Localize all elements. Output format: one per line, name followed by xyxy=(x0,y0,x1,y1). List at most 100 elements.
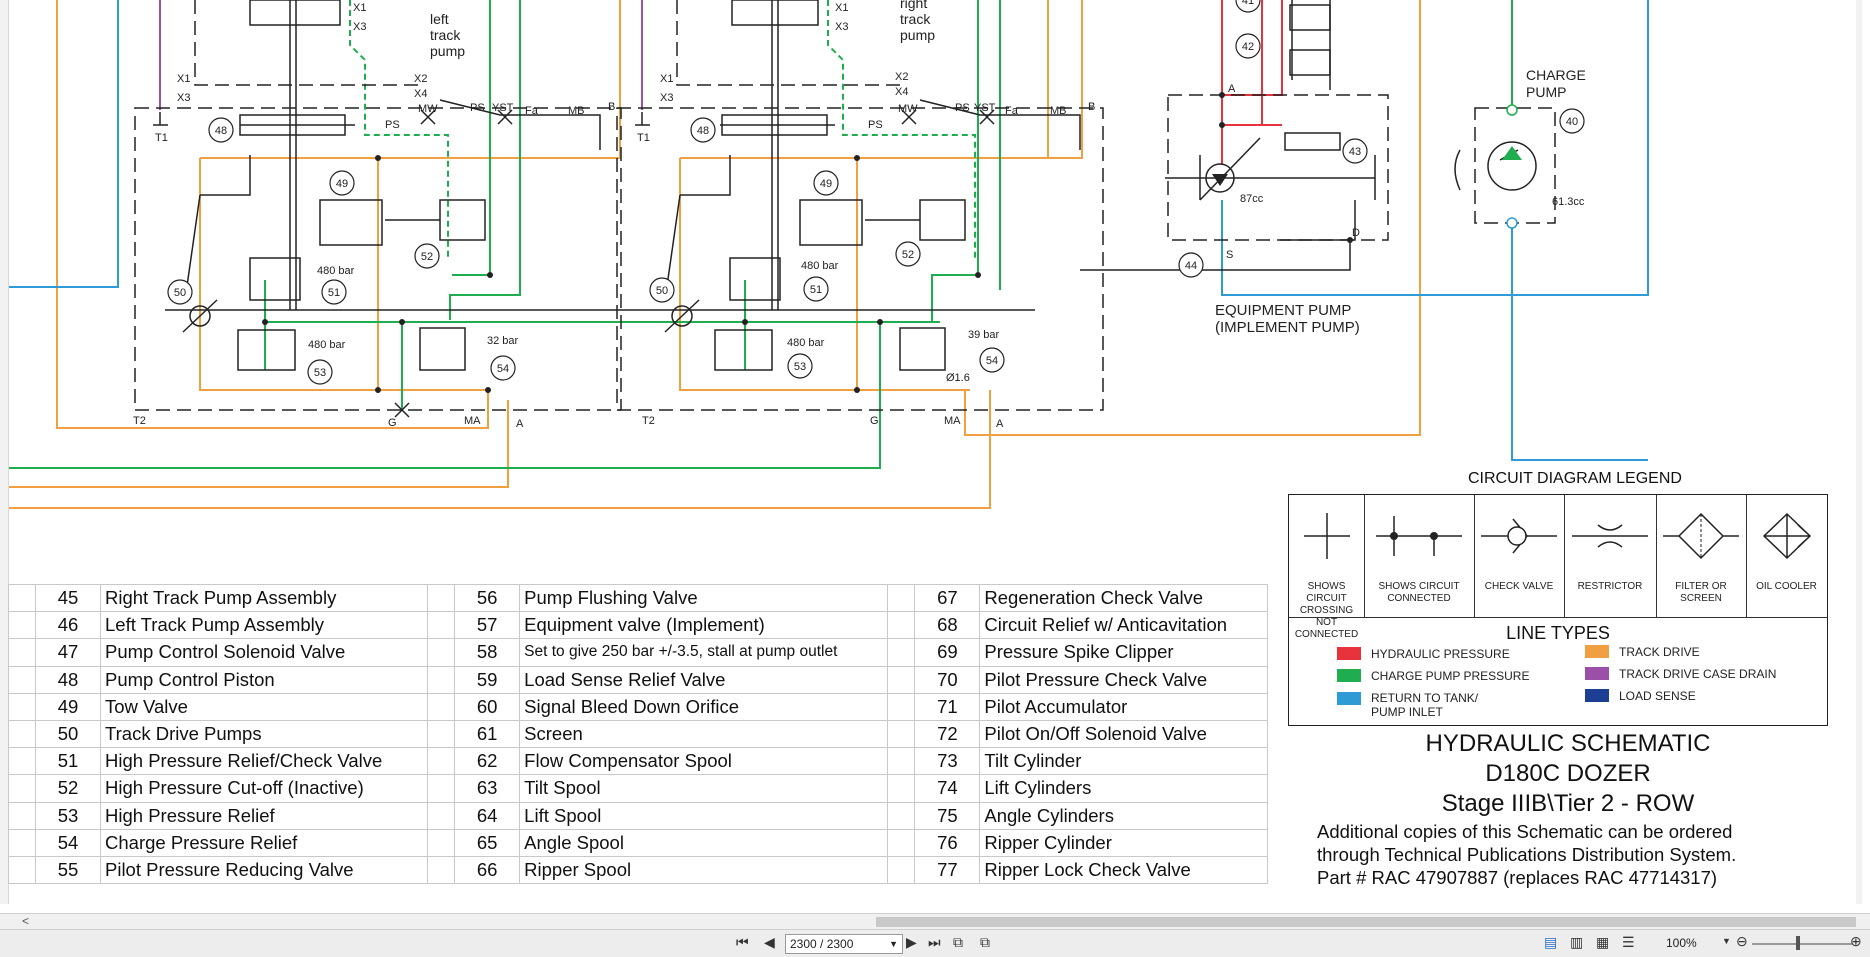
schematic-label: MA xyxy=(944,415,961,427)
schematic-label: A xyxy=(516,418,524,430)
table-spacer-cell xyxy=(887,774,916,803)
part-description: High Pressure Relief xyxy=(99,801,429,830)
part-description: Pump Control Piston xyxy=(99,665,429,694)
part-description: Pilot Pressure Reducing Valve xyxy=(99,855,429,885)
schematic-label: B xyxy=(1088,101,1095,113)
callout-44: 44 xyxy=(1178,252,1204,278)
left-track-pump-label: pump xyxy=(430,43,465,59)
zoom-in-icon[interactable]: ⊕ xyxy=(1850,933,1862,950)
part-number: 70 xyxy=(914,665,981,694)
last-page-icon[interactable]: ⏭ xyxy=(928,934,941,951)
table-spacer-cell xyxy=(887,855,916,885)
schematic-label: X2 xyxy=(414,73,427,85)
viewer-status-bar: ⏮ ◀ 2300 / 2300 ▼ ▶ ⏭ ⧉ ⧉ ▤ ▥ ▦ ☰ 100% ▼ … xyxy=(0,929,1870,957)
callout-43: 43 xyxy=(1342,138,1368,164)
rotate-view-icon[interactable]: ⧉ xyxy=(980,934,990,951)
table-spacer-cell xyxy=(8,774,36,803)
horizontal-scrollbar[interactable]: < xyxy=(0,913,1870,930)
equipment-pump-label: (IMPLEMENT PUMP) xyxy=(1215,319,1360,336)
schematic-label: PS xyxy=(470,102,485,114)
svg-text:54: 54 xyxy=(986,355,998,367)
part-description: Ripper Cylinder xyxy=(979,828,1268,857)
table-spacer-cell xyxy=(427,665,456,694)
schematic-label: T2 xyxy=(642,415,655,427)
previous-page-icon[interactable]: ◀ xyxy=(764,934,775,951)
svg-text:50: 50 xyxy=(174,287,186,299)
scroll-left-button[interactable]: < xyxy=(22,914,29,928)
check-valve-icon xyxy=(1481,518,1557,554)
chevron-down-icon[interactable]: ▼ xyxy=(889,935,898,953)
line-types-title: LINE TYPES xyxy=(1506,623,1610,643)
single-page-view-icon[interactable]: ▤ xyxy=(1544,934,1557,951)
svg-text:53: 53 xyxy=(794,361,806,373)
zoom-slider[interactable] xyxy=(1752,943,1852,945)
first-page-icon[interactable]: ⏮ xyxy=(736,934,749,951)
part-description: Pressure Spike Clipper xyxy=(979,638,1268,667)
part-description: Lift Cylinders xyxy=(979,774,1268,803)
part-description: Tilt Spool xyxy=(519,774,889,803)
schematic-label: B xyxy=(608,101,615,113)
table-spacer-cell xyxy=(427,638,456,667)
callout-52: 52 xyxy=(895,241,921,267)
table-spacer-cell xyxy=(8,855,36,885)
legend-symbol-label: CHECK VALVE xyxy=(1484,581,1554,592)
ordering-note-3: Part # RAC 47907887 (replaces RAC 477143… xyxy=(1317,867,1718,888)
zoom-slider-thumb[interactable] xyxy=(1796,936,1800,950)
part-description: Tow Valve xyxy=(99,692,429,721)
right-page-edge xyxy=(1856,0,1862,904)
legend-check-valve: CHECK VALVE xyxy=(1474,495,1565,617)
svg-text:52: 52 xyxy=(902,249,914,261)
two-page-continuous-icon[interactable]: ☰ xyxy=(1622,934,1635,951)
zoom-dropdown-icon[interactable]: ▼ xyxy=(1722,936,1731,946)
table-row: 47 Pump Control Solenoid Valve 58 Set to gi… xyxy=(8,638,1268,667)
schematic-label: 480 bar xyxy=(801,260,839,272)
part-description: Set to give 250 bar +/-3.5, stall at pum… xyxy=(519,638,889,667)
part-number: 50 xyxy=(35,719,101,749)
schematic-label: MW xyxy=(898,103,918,115)
callout-48: 48 xyxy=(690,117,716,143)
part-number: 67 xyxy=(914,583,981,613)
zoom-level[interactable]: 100% xyxy=(1666,936,1697,950)
svg-text:44: 44 xyxy=(1185,260,1197,272)
part-description: Regeneration Check Valve xyxy=(979,583,1268,613)
view-mode-icon[interactable]: ⧉ xyxy=(953,934,963,951)
part-description: Circuit Relief w/ Anticavitation xyxy=(979,611,1268,640)
callout-53: 53 xyxy=(307,359,333,385)
part-number: 49 xyxy=(35,692,101,721)
part-description: Signal Bleed Down Orifice xyxy=(519,692,889,721)
part-description: Track Drive Pumps xyxy=(99,719,429,749)
schematic-label: T2 xyxy=(133,415,146,427)
schematic-label: MB xyxy=(568,105,585,117)
schematic-label: 480 bar xyxy=(308,339,346,351)
circuit-connected-icon xyxy=(1376,516,1462,556)
table-spacer-cell xyxy=(887,665,916,694)
part-number: 59 xyxy=(454,665,521,694)
schematic-label: PS xyxy=(868,119,883,131)
zoom-out-icon[interactable]: ⊖ xyxy=(1736,933,1748,950)
right-track-pump-label: right xyxy=(900,0,927,11)
part-number: 72 xyxy=(914,719,981,749)
legend-symbol-label: RESTRICTOR xyxy=(1577,581,1643,592)
part-number: 69 xyxy=(914,638,981,667)
schematic-label: MA xyxy=(464,415,481,427)
two-page-view-icon[interactable]: ▦ xyxy=(1596,934,1609,951)
schematic-label: MW xyxy=(418,103,438,115)
table-spacer-cell xyxy=(8,801,36,830)
continuous-view-icon[interactable]: ▥ xyxy=(1570,934,1583,951)
scrollbar-thumb[interactable] xyxy=(876,917,1856,927)
next-page-icon[interactable]: ▶ xyxy=(906,934,917,951)
table-spacer-cell xyxy=(8,692,36,721)
part-description: Ripper Spool xyxy=(519,855,889,885)
part-description: Pump Control Solenoid Valve xyxy=(99,638,429,667)
table-spacer-cell xyxy=(427,801,456,830)
filter-icon xyxy=(1663,512,1739,560)
table-spacer-cell xyxy=(887,801,916,830)
table-spacer-cell xyxy=(427,611,456,640)
page-number-field[interactable]: 2300 / 2300 ▼ xyxy=(785,934,903,954)
table-row: 54 Charge Pressure Relief 65 Angle Spool 76 R… xyxy=(8,828,1268,857)
schematic-label: X3 xyxy=(353,21,366,33)
part-number: 45 xyxy=(35,583,101,613)
equipment-pump-label: EQUIPMENT PUMP xyxy=(1215,302,1351,319)
svg-text:54: 54 xyxy=(497,363,509,375)
part-number: 53 xyxy=(35,801,101,830)
